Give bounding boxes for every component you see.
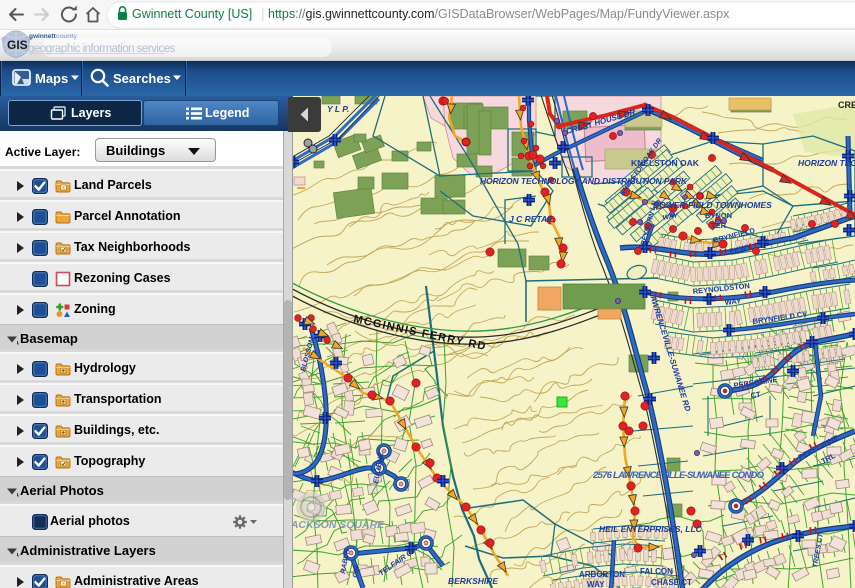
svg-text:WAY: WAY — [587, 580, 605, 588]
svg-text:GIS: GIS — [7, 38, 28, 52]
svg-text:BYNON: BYNON — [705, 211, 732, 220]
svg-text:JACKSON SQUARE: JACKSON SQUARE — [293, 519, 385, 531]
svg-text:WAY: WAY — [724, 296, 741, 307]
svg-text:J C RETAIL: J C RETAIL — [509, 214, 555, 224]
svg-text:FALCON: FALCON — [640, 567, 673, 576]
svg-text:HORIZON TEC: HORIZON TEC — [798, 158, 855, 168]
svg-text:ARBORTON: ARBORTON — [579, 570, 625, 579]
svg-text:gwinnettcounty: gwinnettcounty — [29, 33, 77, 40]
svg-text:CHASE CT: CHASE CT — [651, 578, 692, 587]
svg-text:2576 LAWRENCEVILLE-SUWANEE CON: 2576 LAWRENCEVILLE-SUWANEE CONDO — [592, 470, 765, 481]
svg-text:CT: CT — [750, 390, 762, 400]
svg-text:BOWER FIELD TOWNHOMES: BOWER FIELD TOWNHOMES — [653, 200, 772, 210]
svg-text:TER: TER — [711, 221, 727, 230]
svg-text:HORIZON TECHNOLOGY AND DISTRIB: HORIZON TECHNOLOGY AND DISTRIBUTION PARK — [480, 176, 688, 186]
svg-text:BERKSHIRE: BERKSHIRE — [448, 576, 498, 586]
svg-text:Y L P.: Y L P. — [327, 104, 349, 114]
svg-text:CREST: CREST — [838, 100, 855, 110]
svg-text:HEIL ENTERPRISES, LLC: HEIL ENTERPRISES, LLC — [599, 524, 703, 534]
